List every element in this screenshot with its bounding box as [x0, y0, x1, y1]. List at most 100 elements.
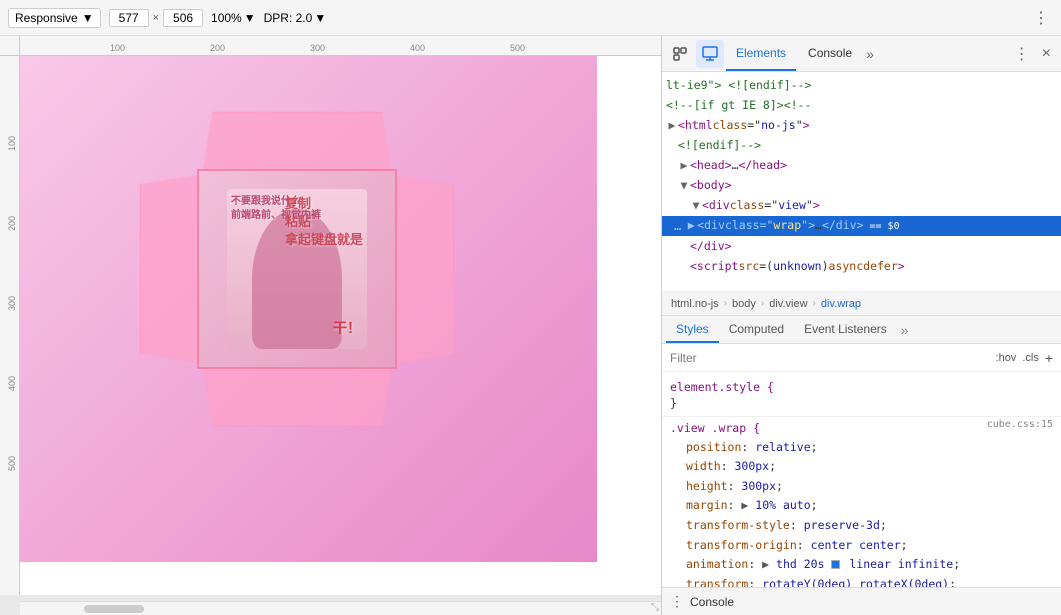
tree-row-div-view[interactable]: ▼ <div class="view" >	[662, 196, 1061, 216]
chevron-down-icon: ▼	[82, 11, 94, 25]
filter-input[interactable]	[670, 351, 990, 365]
animation-color-swatch[interactable]	[831, 560, 840, 569]
dpr-selector[interactable]: DPR: 2.0 ▼	[264, 11, 327, 25]
breadcrumb-div-wrap[interactable]: div.wrap	[818, 297, 864, 311]
tab-event-listeners[interactable]: Event Listeners	[794, 316, 897, 343]
viewport-area: 100 200 300 400 500 100 200 300 400 500	[0, 36, 661, 615]
cls-button[interactable]: .cls	[1022, 352, 1039, 364]
breadcrumb-div-view[interactable]: div.view	[766, 297, 810, 311]
css-selector-view-wrap: .view .wrap {	[670, 421, 760, 435]
responsive-selector[interactable]: Responsive ▼	[8, 8, 101, 28]
styles-more-icon[interactable]: »	[901, 322, 909, 338]
css-prop-height: height: 300px;	[670, 477, 1053, 497]
vertical-ruler: 100 200 300 400 500	[0, 56, 20, 595]
css-prop-transform-style: transform-style: preserve-3d;	[670, 516, 1053, 536]
viewport-content[interactable]: 不要跟我说什么前端路前、视觉内裤 复制粘贴拿起键盘就是 干！	[20, 56, 661, 595]
console-bar[interactable]: ⋮ Console	[662, 587, 1061, 615]
css-prop-animation: animation: ▶ thd 20s linear infinite;	[670, 555, 1053, 575]
responsive-label: Responsive	[15, 11, 78, 25]
html-tree: lt-ie9"> <![endif]--> <!--[if gt IE 8]><…	[662, 72, 1061, 292]
ruler-vtick-500: 500	[7, 456, 17, 471]
box-3d-container: 不要跟我说什么前端路前、视觉内裤 复制粘贴拿起键盘就是 干！	[157, 129, 437, 409]
devtools-cursor-icon[interactable]	[666, 40, 694, 68]
console-dots-icon[interactable]: ⋮	[670, 593, 684, 610]
breadcrumb-bar: html.no-js › body › div.view › div.wrap	[662, 292, 1061, 316]
css-prop-transform: transform: rotateY(0deg) rotateX(0deg);	[670, 575, 1053, 587]
elements-tab[interactable]: Elements	[726, 36, 796, 71]
chevron-down-icon: ▼	[314, 11, 326, 25]
box-top-face	[191, 111, 403, 172]
ruler-tick-200: 200	[210, 43, 225, 53]
top-toolbar: Responsive ▼ × 100% ▼ DPR: 2.0 ▼ ⋮	[0, 0, 1061, 36]
box-left-face	[140, 162, 201, 374]
box-image: 不要跟我说什么前端路前、视觉内裤 复制粘贴拿起键盘就是 干！	[199, 171, 395, 367]
devtools-panel: Elements Console » ⋮ × lt-ie9"> <![endif…	[661, 36, 1061, 615]
console-tab[interactable]: Console	[798, 36, 862, 71]
ruler-corner	[0, 36, 20, 56]
box-front-face: 不要跟我说什么前端路前、视觉内裤 复制粘贴拿起键盘就是 干！	[197, 169, 397, 369]
box-image-person: 不要跟我说什么前端路前、视觉内裤 复制粘贴拿起键盘就是 干！	[227, 189, 367, 349]
box-bottom-face	[191, 365, 403, 426]
dimension-x: ×	[153, 12, 159, 24]
tree-row-2[interactable]: <![endif]-->	[662, 136, 1061, 156]
ruler-tick-500: 500	[510, 43, 525, 53]
chinese-text-topright: 复制粘贴拿起键盘就是	[285, 195, 363, 250]
page-canvas: 不要跟我说什么前端路前、视觉内裤 复制粘贴拿起键盘就是 干！	[20, 56, 597, 562]
breadcrumb-sep-3: ›	[813, 298, 816, 309]
tree-row-head[interactable]: ▶ <head> … </head>	[662, 156, 1061, 176]
height-input[interactable]	[163, 9, 203, 27]
add-style-button[interactable]: +	[1045, 350, 1053, 366]
css-prop-width: width: 300px;	[670, 457, 1053, 477]
ruler-vtick-100: 100	[7, 136, 17, 151]
css-rule-view-wrap: .view .wrap { cube.css:15 position: rela…	[662, 417, 1061, 587]
zoom-label: 100%	[211, 11, 242, 25]
tree-row-html[interactable]: ▶ <html class="no-js" >	[662, 116, 1061, 136]
breadcrumb-body[interactable]: body	[729, 297, 759, 311]
css-prop-transform-origin: transform-origin: center center;	[670, 536, 1053, 556]
horizontal-ruler: 100 200 300 400 500	[0, 36, 661, 56]
toolbar-more-button[interactable]: ⋮	[1029, 8, 1053, 28]
css-prop-position: position: relative;	[670, 438, 1053, 458]
tree-row-body[interactable]: ▼ <body>	[662, 176, 1061, 196]
tree-row-div-wrap[interactable]: … ▶ <div class="wrap" > … </div> == $0	[662, 216, 1061, 236]
scrollbar-thumb[interactable]	[84, 605, 144, 613]
ruler-vtick-200: 200	[7, 216, 17, 231]
width-input[interactable]	[109, 9, 149, 27]
tab-styles[interactable]: Styles	[666, 316, 719, 343]
css-rule-element-style: element.style { }	[662, 376, 1061, 417]
devtools-inspector-icon[interactable]	[696, 40, 724, 68]
zoom-selector[interactable]: 100% ▼	[211, 11, 256, 25]
tree-row-1[interactable]: <!--[if gt IE 8]><!--	[662, 96, 1061, 116]
devtools-options-button[interactable]: ⋮	[1010, 44, 1034, 64]
box-right-face	[393, 162, 454, 374]
styles-tabs: Styles Computed Event Listeners »	[662, 316, 1061, 344]
ruler-tick-400: 400	[410, 43, 425, 53]
breadcrumb-sep-1: ›	[724, 298, 727, 309]
tree-row-close-div[interactable]: </div>	[662, 236, 1061, 256]
tab-computed[interactable]: Computed	[719, 316, 794, 343]
ruler-vtick-300: 300	[7, 296, 17, 311]
hov-button[interactable]: :hov	[996, 352, 1017, 364]
css-selector-element: element.style {	[670, 380, 774, 394]
horizontal-scrollbar[interactable]: ⤡	[20, 601, 661, 615]
devtools-more-tabs[interactable]: »	[866, 46, 874, 62]
ruler-tick-100: 100	[110, 43, 125, 53]
breadcrumb-html[interactable]: html.no-js	[668, 297, 722, 311]
filter-bar: :hov .cls +	[662, 344, 1061, 372]
breadcrumb-sep-2: ›	[761, 298, 764, 309]
css-source-link[interactable]: cube.css:15	[987, 419, 1053, 430]
ruler-tick-300: 300	[310, 43, 325, 53]
tree-row-script[interactable]: <script src=(unknown) async defer >	[662, 256, 1061, 276]
tree-row-0[interactable]: lt-ie9"> <![endif]-->	[662, 76, 1061, 96]
css-rules-panel: element.style { } .view .wrap { cube.css…	[662, 372, 1061, 587]
chinese-text-bottomright: 干！	[333, 319, 361, 339]
devtools-close-button[interactable]: ×	[1036, 45, 1057, 63]
main-area: 100 200 300 400 500 100 200 300 400 500	[0, 36, 1061, 615]
css-prop-margin: margin: ▶ 10% auto;	[670, 496, 1053, 516]
devtools-top-tabs: Elements Console » ⋮ ×	[662, 36, 1061, 72]
resize-handle-icon: ⤡	[651, 602, 659, 613]
dpr-label: DPR: 2.0	[264, 11, 313, 25]
css-close-element: }	[670, 396, 677, 410]
chevron-down-icon: ▼	[244, 11, 256, 25]
dimension-inputs: ×	[109, 9, 203, 27]
